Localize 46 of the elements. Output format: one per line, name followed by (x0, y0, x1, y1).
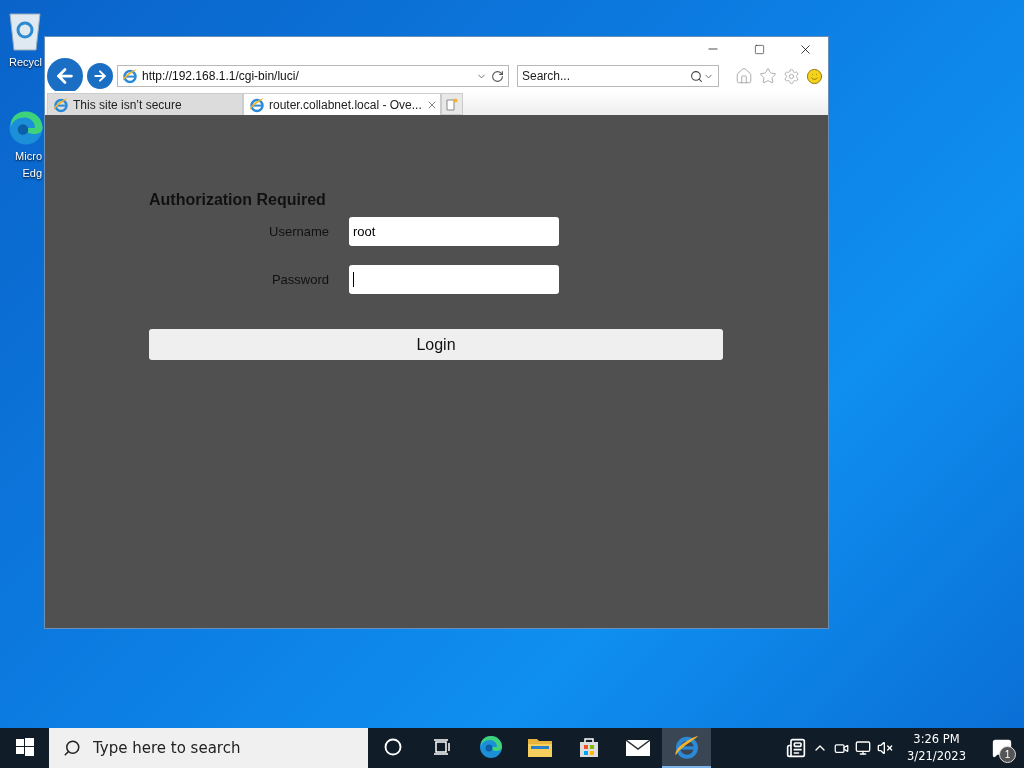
text-cursor (353, 272, 354, 287)
desktop-icon-label[interactable]: Edg (22, 166, 42, 180)
news-icon[interactable] (786, 738, 807, 758)
search-box[interactable]: Search... (517, 65, 719, 87)
ie-logo-icon (249, 96, 265, 113)
login-button[interactable]: Login (149, 329, 723, 360)
task-view-icon (432, 738, 451, 756)
cortana-icon (383, 738, 402, 756)
mail-envelope-icon (625, 738, 650, 756)
store-bag-icon (577, 736, 600, 758)
volume-muted-icon[interactable] (877, 740, 894, 756)
taskbar-search-box[interactable]: Type here to search (49, 728, 368, 768)
ie-logo-icon (53, 96, 69, 113)
input-field[interactable] (349, 265, 559, 294)
edge-logo-icon (478, 735, 503, 759)
forward-button[interactable] (87, 63, 113, 89)
refresh-icon[interactable] (491, 69, 504, 83)
ie-logo-icon (673, 734, 700, 760)
field-label: Password (270, 272, 329, 287)
notifications-button[interactable]: 1 (980, 728, 1024, 768)
clock-date[interactable]: 3/21/2023 (907, 748, 966, 765)
desktop-icon-label[interactable]: Recycl (9, 55, 42, 69)
back-button[interactable] (47, 58, 83, 94)
windows-logo-icon (15, 738, 34, 756)
browser-tab[interactable]: This site isn’t secure (47, 93, 243, 115)
taskbar-search-field[interactable]: Type here to search (91, 738, 368, 758)
search-icon (63, 739, 81, 757)
browser-tab[interactable]: router.collabnet.local - Ove... (243, 93, 441, 115)
star-icon[interactable] (759, 67, 777, 85)
edge-logo-icon (8, 110, 44, 146)
ie-logo-icon (122, 68, 138, 84)
network-icon[interactable] (855, 740, 872, 756)
field-label: Username (268, 224, 329, 239)
smiley-icon[interactable] (806, 67, 823, 85)
folder-icon (527, 737, 552, 757)
page-heading: Authorization Required (149, 191, 327, 209)
maximize-icon (753, 43, 765, 55)
address-bar[interactable]: http://192.168.1.1/cgi-bin/luci/ (117, 65, 509, 87)
desktop-icon-label[interactable]: Micro (15, 149, 42, 163)
search-icon[interactable] (690, 69, 703, 83)
notification-count: 1 (999, 746, 1016, 763)
arrow-right-icon (92, 68, 108, 84)
input-field[interactable]: root (349, 217, 559, 246)
clock-time[interactable]: 3:26 PM (913, 731, 960, 748)
new-tab-icon (446, 97, 458, 111)
internet-explorer-button[interactable] (662, 728, 711, 768)
